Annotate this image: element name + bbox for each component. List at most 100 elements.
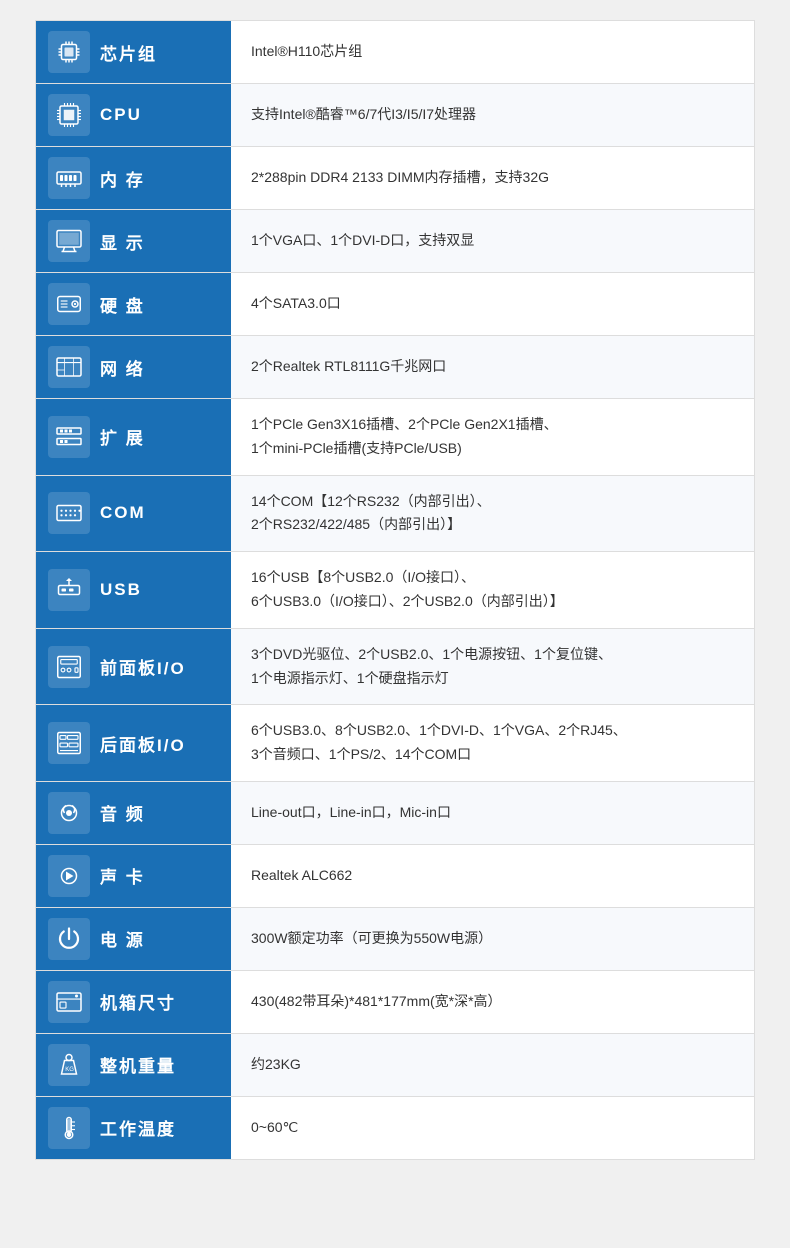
value-cell-network: 2个Realtek RTL8111G千兆网口 (231, 336, 754, 398)
label-text-chassis: 机箱尺寸 (100, 989, 176, 1014)
rear-panel-icon (48, 722, 90, 764)
label-cell-usb: USB (36, 552, 231, 628)
label-cell-cpu: CPU (36, 84, 231, 146)
label-text-front-panel: 前面板I/O (100, 654, 186, 679)
value-cell-rear-panel: 6个USB3.0、8个USB2.0、1个DVI-D、1个VGA、2个RJ45、 … (231, 705, 754, 781)
audio-icon (48, 792, 90, 834)
label-text-sound-card: 声 卡 (100, 863, 145, 888)
label-cell-sound-card: 声 卡 (36, 845, 231, 907)
value-cell-chipset: Intel®H110芯片组 (231, 21, 754, 83)
spec-row-chassis: 机箱尺寸 430(482带耳朵)*481*177mm(宽*深*高） (36, 971, 754, 1034)
value-cell-sound-card: Realtek ALC662 (231, 845, 754, 907)
com-icon (48, 492, 90, 534)
label-cell-weight: KG 整机重量 (36, 1034, 231, 1096)
value-text-sound-card: Realtek ALC662 (251, 864, 352, 888)
label-cell-chassis: 机箱尺寸 (36, 971, 231, 1033)
spec-row-chipset: 芯片组 Intel®H110芯片组 (36, 21, 754, 84)
label-cell-display: 显 示 (36, 210, 231, 272)
spec-row-usb: USB 16个USB【8个USB2.0（I/O接口）、 6个USB3.0（I/O接… (36, 552, 754, 629)
front-panel-icon (48, 646, 90, 688)
value-cell-temperature: 0~60℃ (231, 1097, 754, 1159)
memory-icon (48, 157, 90, 199)
spec-row-rear-panel: 后面板I/O 6个USB3.0、8个USB2.0、1个DVI-D、1个VGA、2个… (36, 705, 754, 782)
value-text-cpu: 支持Intel®酷睿™6/7代I3/I5/I7处理器 (251, 103, 476, 127)
spec-row-power: 电 源 300W额定功率（可更换为550W电源） (36, 908, 754, 971)
spec-row-memory: 内 存 2*288pin DDR4 2133 DIMM内存插槽，支持32G (36, 147, 754, 210)
value-text-hdd: 4个SATA3.0口 (251, 292, 341, 316)
spec-row-network: 网 络 2个Realtek RTL8111G千兆网口 (36, 336, 754, 399)
label-cell-chipset: 芯片组 (36, 21, 231, 83)
label-text-usb: USB (100, 580, 142, 600)
label-text-weight: 整机重量 (100, 1052, 176, 1077)
label-text-hdd: 硬 盘 (100, 292, 145, 317)
value-text-chassis: 430(482带耳朵)*481*177mm(宽*深*高） (251, 990, 502, 1014)
value-text-audio: Line-out口，Line-in口，Mic-in口 (251, 801, 451, 825)
power-icon (48, 918, 90, 960)
value-cell-weight: 约23KG (231, 1034, 754, 1096)
spec-row-expansion: 扩 展 1个PCle Gen3X16插槽、2个PCle Gen2X1插槽、 1个m… (36, 399, 754, 476)
spec-table: 芯片组 Intel®H110芯片组 CPU 支持Intel®酷睿™6/7代I3/I5… (35, 20, 755, 1160)
label-text-com: COM (100, 503, 146, 523)
label-cell-network: 网 络 (36, 336, 231, 398)
value-cell-hdd: 4个SATA3.0口 (231, 273, 754, 335)
value-text-expansion: 1个PCle Gen3X16插槽、2个PCle Gen2X1插槽、 1个mini… (251, 413, 558, 461)
spec-row-audio: 音 频 Line-out口，Line-in口，Mic-in口 (36, 782, 754, 845)
usb-icon (48, 569, 90, 611)
label-cell-front-panel: 前面板I/O (36, 629, 231, 705)
label-cell-hdd: 硬 盘 (36, 273, 231, 335)
label-text-audio: 音 频 (100, 800, 145, 825)
label-cell-com: COM (36, 476, 231, 552)
chassis-icon (48, 981, 90, 1023)
label-cell-expansion: 扩 展 (36, 399, 231, 475)
spec-row-display: 显 示 1个VGA口、1个DVI-D口，支持双显 (36, 210, 754, 273)
value-text-rear-panel: 6个USB3.0、8个USB2.0、1个DVI-D、1个VGA、2个RJ45、 … (251, 719, 627, 767)
label-cell-audio: 音 频 (36, 782, 231, 844)
value-cell-memory: 2*288pin DDR4 2133 DIMM内存插槽，支持32G (231, 147, 754, 209)
label-text-power: 电 源 (100, 926, 145, 951)
label-text-display: 显 示 (100, 229, 145, 254)
weight-icon: KG (48, 1044, 90, 1086)
network-icon (48, 346, 90, 388)
value-cell-expansion: 1个PCle Gen3X16插槽、2个PCle Gen2X1插槽、 1个mini… (231, 399, 754, 475)
chipset-icon (48, 31, 90, 73)
cpu-icon (48, 94, 90, 136)
value-text-usb: 16个USB【8个USB2.0（I/O接口）、 6个USB3.0（I/O接口）、… (251, 566, 564, 614)
spec-row-weight: KG 整机重量约23KG (36, 1034, 754, 1097)
label-cell-memory: 内 存 (36, 147, 231, 209)
label-text-network: 网 络 (100, 355, 145, 380)
value-text-memory: 2*288pin DDR4 2133 DIMM内存插槽，支持32G (251, 166, 549, 190)
display-icon (48, 220, 90, 262)
label-cell-rear-panel: 后面板I/O (36, 705, 231, 781)
spec-row-sound-card: 声 卡 Realtek ALC662 (36, 845, 754, 908)
value-cell-display: 1个VGA口、1个DVI-D口，支持双显 (231, 210, 754, 272)
value-cell-audio: Line-out口，Line-in口，Mic-in口 (231, 782, 754, 844)
value-cell-front-panel: 3个DVD光驱位、2个USB2.0、1个电源按钮、1个复位键、 1个电源指示灯、… (231, 629, 754, 705)
value-cell-com: 14个COM【12个RS232（内部引出）、 2个RS232/422/485（内… (231, 476, 754, 552)
label-text-cpu: CPU (100, 105, 142, 125)
value-text-chipset: Intel®H110芯片组 (251, 40, 362, 64)
label-cell-temperature: 工作温度 (36, 1097, 231, 1159)
label-text-rear-panel: 后面板I/O (100, 731, 186, 756)
label-text-memory: 内 存 (100, 166, 145, 191)
spec-row-front-panel: 前面板I/O 3个DVD光驱位、2个USB2.0、1个电源按钮、1个复位键、 1个… (36, 629, 754, 706)
spec-row-com: COM 14个COM【12个RS232（内部引出）、 2个RS232/422/48… (36, 476, 754, 553)
temperature-icon (48, 1107, 90, 1149)
sound-card-icon (48, 855, 90, 897)
value-cell-chassis: 430(482带耳朵)*481*177mm(宽*深*高） (231, 971, 754, 1033)
value-text-weight: 约23KG (251, 1053, 301, 1077)
value-text-front-panel: 3个DVD光驱位、2个USB2.0、1个电源按钮、1个复位键、 1个电源指示灯、… (251, 643, 612, 691)
spec-row-cpu: CPU 支持Intel®酷睿™6/7代I3/I5/I7处理器 (36, 84, 754, 147)
value-text-com: 14个COM【12个RS232（内部引出）、 2个RS232/422/485（内… (251, 490, 491, 538)
label-text-temperature: 工作温度 (100, 1115, 176, 1140)
value-text-temperature: 0~60℃ (251, 1116, 298, 1140)
value-text-power: 300W额定功率（可更换为550W电源） (251, 927, 492, 951)
value-cell-cpu: 支持Intel®酷睿™6/7代I3/I5/I7处理器 (231, 84, 754, 146)
value-text-network: 2个Realtek RTL8111G千兆网口 (251, 355, 446, 379)
value-text-display: 1个VGA口、1个DVI-D口，支持双显 (251, 229, 474, 253)
value-cell-usb: 16个USB【8个USB2.0（I/O接口）、 6个USB3.0（I/O接口）、… (231, 552, 754, 628)
value-cell-power: 300W额定功率（可更换为550W电源） (231, 908, 754, 970)
spec-row-hdd: 硬 盘 4个SATA3.0口 (36, 273, 754, 336)
expansion-icon (48, 416, 90, 458)
label-text-expansion: 扩 展 (100, 424, 145, 449)
hdd-icon (48, 283, 90, 325)
